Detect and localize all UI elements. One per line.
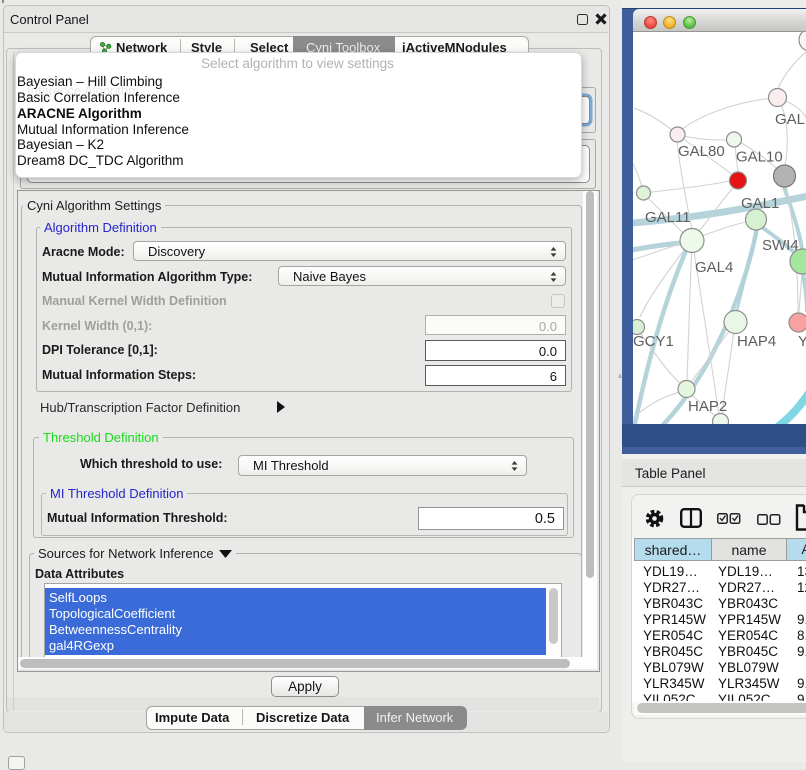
svg-text:GAL10: GAL10 xyxy=(736,149,783,166)
svg-text:YJ: YJ xyxy=(798,333,806,350)
svg-text:SWI4: SWI4 xyxy=(762,237,799,254)
svg-text:GAL80: GAL80 xyxy=(678,143,725,160)
svg-text:GAL4: GAL4 xyxy=(695,259,733,276)
svg-text:HAP4: HAP4 xyxy=(737,333,776,350)
svg-text:GAL1: GAL1 xyxy=(741,195,779,212)
svg-text:GAL7: GAL7 xyxy=(775,111,806,128)
svg-text:GCY1: GCY1 xyxy=(633,333,674,350)
svg-text:HAP2: HAP2 xyxy=(688,398,727,415)
svg-text:GAL11: GAL11 xyxy=(645,209,691,226)
